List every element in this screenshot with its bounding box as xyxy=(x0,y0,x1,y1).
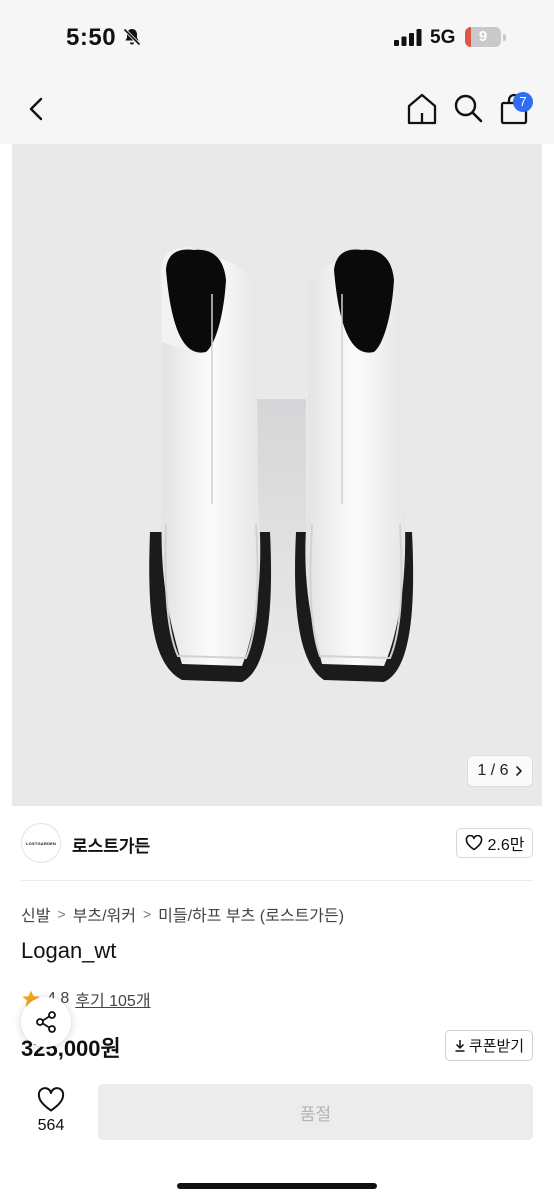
share-icon xyxy=(36,1011,56,1033)
chevron-right-icon: > xyxy=(57,906,66,922)
reviews-link[interactable]: 후기 105개 xyxy=(75,987,150,1011)
brand-name[interactable]: 로스트가든 xyxy=(72,832,150,857)
battery-percent: 9 xyxy=(478,28,488,45)
breadcrumb-item-category[interactable]: 신발 xyxy=(21,902,50,926)
brand-logo-text: LOSTGARDEN xyxy=(26,840,56,846)
back-arrow-icon[interactable] xyxy=(24,94,50,124)
boots-photo xyxy=(149,247,414,682)
status-time: 5:50 xyxy=(66,24,117,51)
download-icon xyxy=(455,1040,465,1052)
nav-bar xyxy=(0,74,554,144)
battery-icon: 9 xyxy=(465,27,501,47)
network-label: 5G xyxy=(430,27,456,48)
bell-slash-icon xyxy=(123,28,141,46)
battery-cap xyxy=(503,34,506,41)
divider xyxy=(21,880,533,881)
cart-count-badge: 7 xyxy=(513,92,533,112)
product-image[interactable] xyxy=(12,144,542,806)
home-icon[interactable] xyxy=(406,92,438,126)
heart-icon xyxy=(465,835,482,851)
product-name: Logan_wt xyxy=(21,938,117,963)
brand-like-button[interactable]: 2.6만 xyxy=(456,828,533,858)
image-counter[interactable]: 1 / 6 xyxy=(467,755,533,787)
share-button[interactable] xyxy=(21,997,71,1047)
wishlist-count: 564 xyxy=(37,1117,65,1134)
search-icon[interactable] xyxy=(452,92,484,124)
chevron-right-icon xyxy=(515,766,522,776)
image-counter-label: 1 / 6 xyxy=(477,762,509,779)
brand-like-count: 2.6만 xyxy=(487,837,525,854)
brand-logo[interactable]: LOSTGARDEN xyxy=(21,823,61,863)
sold-out-button[interactable]: 품절 xyxy=(98,1084,533,1140)
coupon-button-label: 쿠폰받기 xyxy=(468,1038,525,1055)
home-indicator xyxy=(177,1183,377,1189)
status-bar: 5:50 5G 9 xyxy=(0,0,554,74)
wishlist-heart-icon[interactable] xyxy=(37,1087,65,1113)
breadcrumb-item-type[interactable]: 미들/하프 부츠 (로스트가든) xyxy=(158,902,344,926)
breadcrumb: 신발 > 부츠/워커 > 미들/하프 부츠 (로스트가든) xyxy=(21,902,344,926)
chevron-right-icon: > xyxy=(142,906,152,922)
coupon-download-button[interactable]: 쿠폰받기 xyxy=(445,1030,533,1061)
signal-icon xyxy=(394,29,422,46)
breadcrumb-item-subcategory[interactable]: 부츠/워커 xyxy=(73,902,136,926)
